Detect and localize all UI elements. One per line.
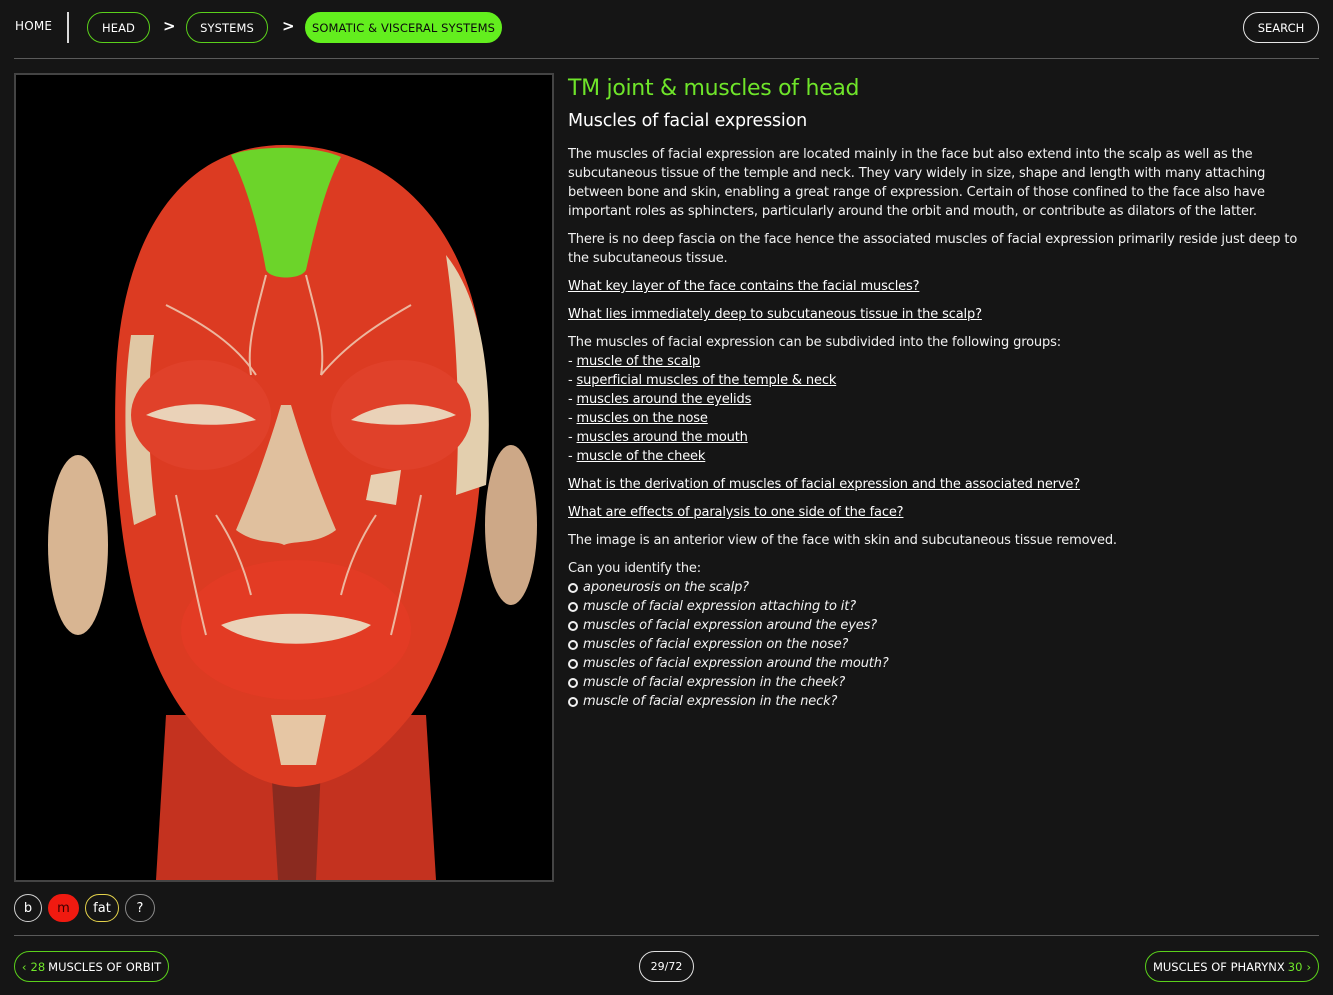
- chevron-left-icon: ‹: [21, 959, 27, 974]
- help-button[interactable]: ?: [125, 894, 155, 922]
- chevron-right-icon: >: [163, 17, 176, 35]
- previous-page-button[interactable]: ‹ 28 MUSCLES OF ORBIT: [14, 951, 169, 982]
- breadcrumb-systems[interactable]: SYSTEMS: [186, 12, 268, 43]
- top-navigation-bar: HOME HEAD > SYSTEMS > SOMATIC & VISCERAL…: [0, 0, 1333, 58]
- chevron-right-icon: ›: [1306, 959, 1312, 974]
- identify-label: aponeurosis on the scalp?: [583, 580, 749, 595]
- list-item: - superficial muscles of the temple & ne…: [568, 373, 837, 388]
- divider: [14, 58, 1319, 59]
- list-item: - muscles around the eyelids: [568, 392, 752, 407]
- identify-label: muscle of facial expression attaching to…: [583, 599, 856, 614]
- breadcrumb-head[interactable]: HEAD: [87, 12, 150, 43]
- identify-item[interactable]: muscle of facial expression in the cheek…: [568, 673, 1308, 692]
- next-page-button[interactable]: MUSCLES OF PHARYNX 30 ›: [1145, 951, 1319, 982]
- anatomy-image: [14, 73, 554, 882]
- radio-icon[interactable]: [568, 677, 578, 688]
- content-panel: TM joint & muscles of head Muscles of fa…: [568, 74, 1308, 711]
- prev-page-label: MUSCLES OF ORBIT: [48, 959, 162, 974]
- identify-label: muscles of facial expression around the …: [583, 656, 889, 671]
- group-link[interactable]: superficial muscles of the temple & neck: [577, 373, 837, 388]
- layer-bone-button[interactable]: b: [14, 894, 42, 922]
- list-item: - muscle of the cheek: [568, 449, 706, 464]
- identify-item[interactable]: muscle of facial expression in the neck?: [568, 692, 1308, 711]
- identify-item[interactable]: muscles of facial expression on the nose…: [568, 635, 1308, 654]
- group-link[interactable]: muscle of the cheek: [577, 449, 706, 464]
- group-link[interactable]: muscle of the scalp: [577, 354, 701, 369]
- page-title: TM joint & muscles of head: [568, 76, 860, 101]
- group-link[interactable]: muscles around the eyelids: [577, 392, 752, 407]
- radio-icon[interactable]: [568, 639, 578, 650]
- identify-label: muscle of facial expression in the cheek…: [583, 675, 846, 690]
- identify-label: muscles of facial expression on the nose…: [583, 637, 849, 652]
- question-link[interactable]: What lies immediately deep to subcutaneo…: [568, 305, 1308, 324]
- search-button[interactable]: SEARCH: [1243, 12, 1319, 43]
- next-page-number: 30: [1287, 959, 1303, 974]
- question-link[interactable]: What are effects of paralysis to one sid…: [568, 503, 1308, 522]
- divider: [67, 12, 69, 43]
- radio-icon[interactable]: [568, 658, 578, 669]
- home-link[interactable]: HOME: [15, 19, 52, 33]
- identify-label: muscle of facial expression in the neck?: [583, 694, 838, 709]
- muscle-groups-list: - muscle of the scalp - superficial musc…: [568, 352, 1308, 466]
- identify-item[interactable]: muscles of facial expression around the …: [568, 616, 1308, 635]
- layer-muscle-button[interactable]: m: [48, 894, 79, 922]
- question-link[interactable]: What is the derivation of muscles of fac…: [568, 475, 1308, 494]
- radio-icon[interactable]: [568, 620, 578, 631]
- next-page-label: MUSCLES OF PHARYNX: [1152, 959, 1285, 974]
- radio-icon[interactable]: [568, 696, 578, 707]
- chevron-right-icon: >: [282, 17, 295, 35]
- description-paragraph: The muscles of facial expression are loc…: [568, 147, 1266, 219]
- radio-icon[interactable]: [568, 601, 578, 612]
- identify-label: muscles of facial expression around the …: [583, 618, 877, 633]
- prev-page-number: 28: [30, 959, 46, 974]
- list-item: - muscles on the nose: [568, 411, 708, 426]
- identify-intro: Can you identify the:: [568, 561, 701, 576]
- breadcrumb-somatic-visceral-systems[interactable]: SOMATIC & VISCERAL SYSTEMS: [305, 12, 502, 43]
- identify-item[interactable]: aponeurosis on the scalp?: [568, 578, 1308, 597]
- radio-icon[interactable]: [568, 582, 578, 593]
- list-item: - muscle of the scalp: [568, 354, 701, 369]
- divider: [14, 935, 1319, 936]
- list-item: - muscles around the mouth: [568, 430, 748, 445]
- image-note: The image is an anterior view of the fac…: [568, 533, 1117, 548]
- layer-fat-button[interactable]: fat: [85, 894, 119, 922]
- question-link[interactable]: What key layer of the face contains the …: [568, 277, 1308, 296]
- description-paragraph: There is no deep fascia on the face henc…: [568, 232, 1298, 266]
- page-indicator: 29/72: [639, 951, 694, 982]
- groups-intro: The muscles of facial expression can be …: [568, 335, 1061, 350]
- identify-list: aponeurosis on the scalp? muscle of faci…: [568, 578, 1308, 711]
- dissected-face-illustration: [16, 75, 552, 880]
- section-subtitle: Muscles of facial expression: [568, 111, 807, 131]
- identify-item[interactable]: muscles of facial expression around the …: [568, 654, 1308, 673]
- identify-item[interactable]: muscle of facial expression attaching to…: [568, 597, 1308, 616]
- group-link[interactable]: muscles on the nose: [577, 411, 708, 426]
- group-link[interactable]: muscles around the mouth: [577, 430, 748, 445]
